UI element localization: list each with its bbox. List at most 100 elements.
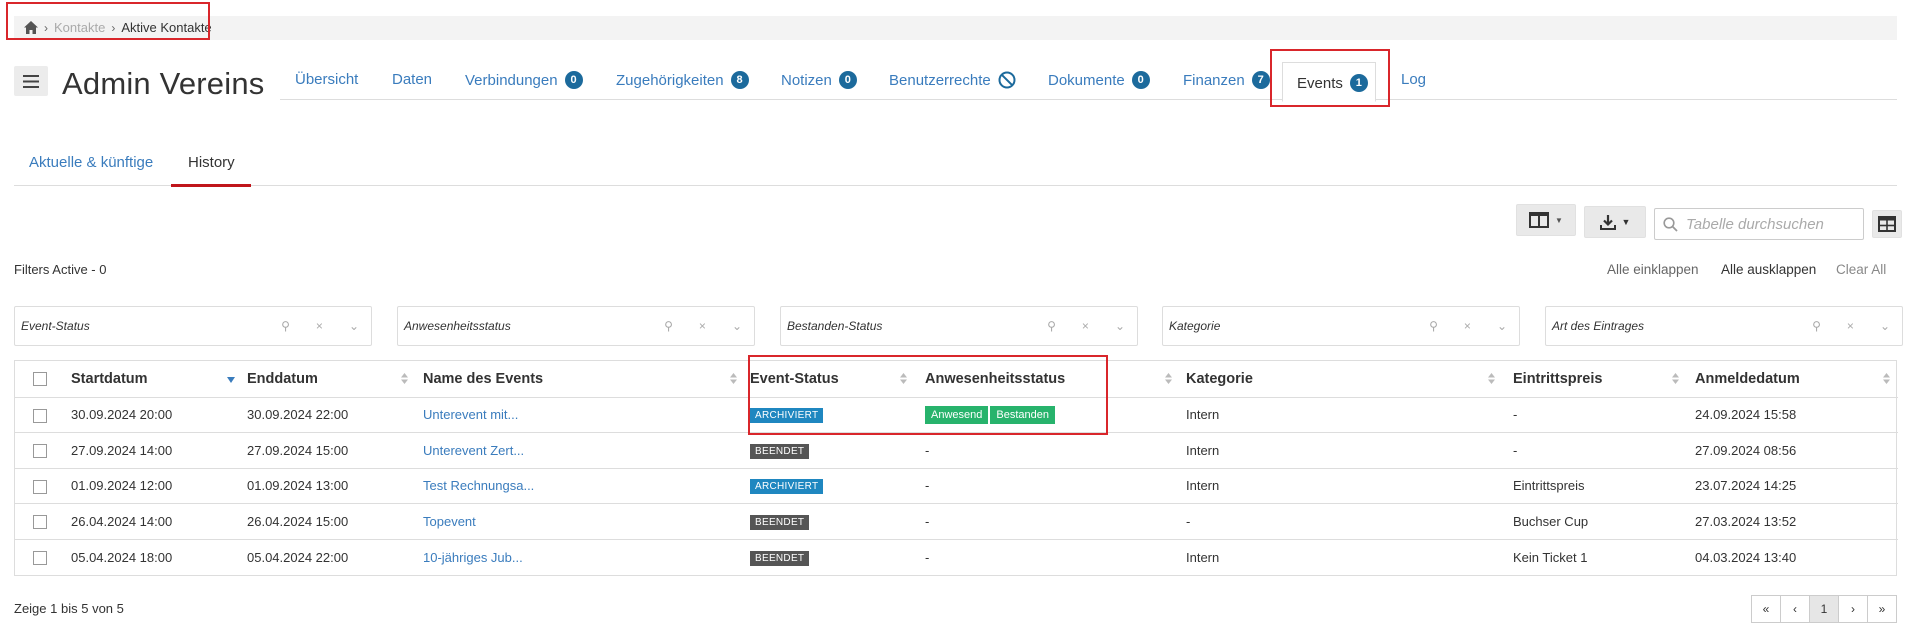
sort-icon — [1165, 373, 1172, 384]
search-icon: ⚲ — [664, 319, 673, 333]
event-name-link[interactable]: Topevent — [423, 514, 476, 529]
menu-button[interactable] — [14, 66, 48, 96]
cell-registered: 27.03.2024 13:52 — [1695, 513, 1797, 529]
tab-notizen[interactable]: Notizen 0 — [781, 71, 857, 89]
count-badge: 0 — [564, 71, 583, 89]
filter-art-des-eintrages[interactable]: Art des Eintrages ⚲ × ⌄ — [1545, 306, 1903, 346]
column-header-eintrittspreis[interactable]: Eintrittspreis — [1507, 361, 1689, 397]
clear-icon[interactable]: × — [316, 319, 323, 333]
cell-registered: 27.09.2024 08:56 — [1695, 442, 1797, 458]
search-icon: ⚲ — [1812, 319, 1821, 333]
row-checkbox[interactable] — [33, 444, 47, 459]
column-header-kategorie[interactable]: Kategorie — [1180, 361, 1507, 397]
export-button[interactable]: ▼ — [1584, 206, 1646, 238]
row-checkbox[interactable] — [33, 550, 47, 565]
tab-events[interactable]: Events 1 — [1282, 62, 1376, 102]
breadcrumb-bar — [14, 16, 1897, 40]
filter-anwesenheitsstatus[interactable]: Anwesenheitsstatus ⚲ × ⌄ — [397, 306, 755, 346]
search-input[interactable] — [1686, 215, 1856, 233]
event-name-link[interactable]: Test Rechnungsa... — [423, 478, 534, 493]
status-badge: BEENDET — [750, 443, 810, 459]
event-name-link[interactable]: Unterevent mit... — [423, 407, 518, 422]
chevron-down-icon[interactable]: ⌄ — [1497, 319, 1507, 333]
active-tab-indicator — [171, 184, 251, 187]
column-header-name[interactable]: Name des Events — [401, 361, 744, 397]
table-search[interactable] — [1654, 208, 1864, 240]
count-badge: 1 — [1349, 74, 1368, 92]
status-badge: ARCHIVIERT — [750, 408, 824, 424]
select-all-checkbox[interactable] — [33, 371, 47, 386]
cell-start: 27.09.2024 14:00 — [71, 442, 173, 458]
last-page-button[interactable]: » — [1867, 595, 1897, 623]
cell-price: Eintrittspreis — [1513, 478, 1585, 494]
home-icon[interactable] — [24, 21, 38, 34]
clear-icon[interactable]: × — [1082, 319, 1089, 333]
column-header-anmeldedatum[interactable]: Anmeldedatum — [1689, 361, 1898, 397]
cell-attendance: - — [925, 442, 930, 458]
cell-start: 30.09.2024 20:00 — [71, 407, 173, 423]
filter-bestanden-status[interactable]: Bestanden-Status ⚲ × ⌄ — [780, 306, 1138, 346]
column-header-startdatum[interactable]: Startdatum — [65, 361, 241, 397]
tab-uebersicht[interactable]: Übersicht — [295, 71, 358, 88]
table-header-row: Startdatum Enddatum Name des Events Even… — [15, 361, 1898, 397]
chevron-right-icon: › — [1851, 602, 1855, 616]
breadcrumb-item-kontakte[interactable]: Kontakte — [54, 20, 105, 35]
cell-start: 05.04.2024 18:00 — [71, 549, 173, 565]
tab-zugehoerigkeiten[interactable]: Zugehörigkeiten 8 — [616, 71, 749, 89]
collapse-all-link[interactable]: Alle einklappen — [1607, 262, 1699, 277]
prev-page-button[interactable]: ‹ — [1780, 595, 1810, 623]
tab-benutzerrechte[interactable]: Benutzerrechte — [889, 71, 1016, 89]
columns-icon — [1529, 212, 1550, 228]
column-toggle-button[interactable]: ▼ — [1516, 204, 1576, 236]
tab-history[interactable]: History — [188, 154, 235, 171]
next-page-button[interactable]: › — [1838, 595, 1868, 623]
layout-toggle-button[interactable] — [1872, 210, 1902, 238]
chevron-down-icon[interactable]: ⌄ — [732, 319, 742, 333]
clear-icon[interactable]: × — [1464, 319, 1471, 333]
filter-event-status[interactable]: Event-Status ⚲ × ⌄ — [14, 306, 372, 346]
column-header-event-status[interactable]: Event-Status — [730, 361, 919, 397]
breadcrumb: › Kontakte › Aktive Kontakte — [24, 20, 212, 35]
search-icon — [1663, 216, 1678, 232]
tab-log[interactable]: Log — [1401, 71, 1426, 88]
row-checkbox[interactable] — [33, 408, 47, 423]
event-name-link[interactable]: Unterevent Zert... — [423, 443, 524, 458]
tab-verbindungen[interactable]: Verbindungen 0 — [465, 71, 583, 89]
tab-dokumente[interactable]: Dokumente 0 — [1048, 71, 1150, 89]
table-row[interactable]: 05.04.2024 18:00 05.04.2024 22:00 10-jäh… — [15, 539, 1898, 575]
table-row[interactable]: 01.09.2024 12:00 01.09.2024 13:00 Test R… — [15, 468, 1898, 504]
row-checkbox[interactable] — [33, 479, 47, 494]
clear-icon[interactable]: × — [1847, 319, 1854, 333]
tab-aktuelle-kuenftige[interactable]: Aktuelle & künftige — [29, 154, 153, 171]
count-badge: 8 — [730, 71, 749, 89]
column-header-anwesenheitsstatus[interactable]: Anwesenheitsstatus — [919, 361, 1180, 397]
chevron-down-icon[interactable]: ⌄ — [1115, 319, 1125, 333]
chevron-down-icon[interactable]: ⌄ — [349, 319, 359, 333]
page-button-current[interactable]: 1 — [1809, 595, 1839, 623]
table-row[interactable]: 30.09.2024 20:00 30.09.2024 22:00 Untere… — [15, 397, 1898, 433]
cell-category: Intern — [1186, 442, 1220, 458]
filter-kategorie[interactable]: Kategorie ⚲ × ⌄ — [1162, 306, 1520, 346]
cell-price: - — [1513, 442, 1518, 458]
download-icon — [1599, 215, 1616, 230]
row-checkbox[interactable] — [33, 515, 47, 530]
cell-registered: 23.07.2024 14:25 — [1695, 478, 1797, 494]
cell-registered: 04.03.2024 13:40 — [1695, 549, 1797, 565]
table-row[interactable]: 27.09.2024 14:00 27.09.2024 15:00 Untere… — [15, 432, 1898, 469]
sort-icon — [1672, 373, 1679, 384]
tab-daten[interactable]: Daten — [392, 71, 432, 88]
tab-finanzen[interactable]: Finanzen 7 — [1183, 71, 1270, 89]
column-header-enddatum[interactable]: Enddatum — [227, 361, 417, 397]
expand-all-link[interactable]: Alle ausklappen — [1721, 262, 1816, 277]
table-row[interactable]: 26.04.2024 14:00 26.04.2024 15:00 Topeve… — [15, 503, 1898, 540]
chevron-down-icon[interactable]: ⌄ — [1880, 319, 1890, 333]
clear-icon[interactable]: × — [699, 319, 706, 333]
search-icon: ⚲ — [1047, 319, 1056, 333]
cell-price: Kein Ticket 1 — [1513, 549, 1588, 565]
caret-down-icon: ▼ — [1621, 217, 1631, 227]
clear-all-link[interactable]: Clear All — [1836, 262, 1886, 277]
ban-icon — [998, 71, 1016, 89]
first-page-button[interactable]: « — [1751, 595, 1781, 623]
event-name-link[interactable]: 10-jähriges Jub... — [423, 550, 523, 565]
sort-icon — [900, 373, 907, 384]
